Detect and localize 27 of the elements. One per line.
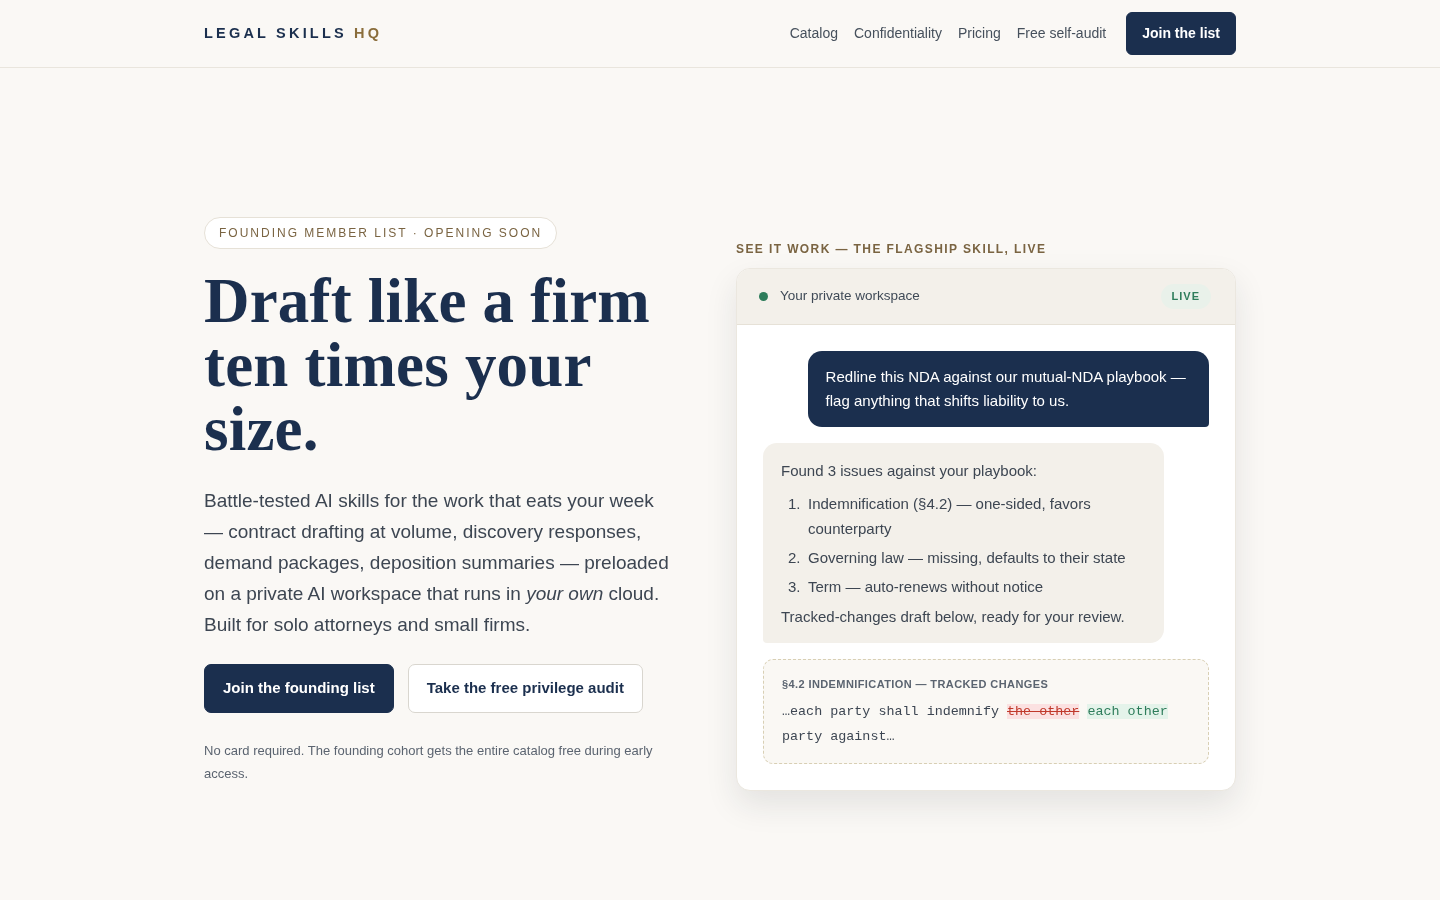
issue-text: Indemnification (§4.2) — one-sided, favors counterparty	[808, 494, 1092, 539]
nav-link[interactable]: Pricing	[957, 23, 1001, 44]
user-message-bubble: Redline this NDA against our mutual-NDA playbook — flag anything that shifts liability to us.	[807, 351, 1209, 427]
workspace-title: Your private workspace	[780, 287, 920, 306]
assistant-intro-text: Found 3 issues against your playbook:	[781, 461, 1038, 481]
join-founding-list-button[interactable]: Join the founding list	[204, 664, 394, 713]
assistant-outro-text: Tracked-changes draft below, ready for your review.	[781, 607, 1126, 627]
nav-link[interactable]: Free self-audit	[1016, 23, 1107, 44]
join-list-button[interactable]: Join the list	[1126, 12, 1236, 55]
issue-text: Term — auto-renews without notice	[808, 577, 1044, 597]
privilege-audit-button[interactable]: Take the free privilege audit	[407, 664, 643, 713]
redline-clause-text: …each party shall indemnify the other each other party against…	[782, 702, 1169, 746]
announcement-pill: FOUNDING MEMBER LIST · OPENING SOON	[204, 217, 558, 249]
list-number: 2.	[788, 548, 801, 568]
nav-link[interactable]: Catalog	[789, 23, 838, 44]
list-number: 1.	[788, 494, 801, 514]
section-label: SEE IT WORK — THE FLAGSHIP SKILL, LIVE	[736, 241, 1048, 258]
hero-headline: Draft like a firm ten times your size.	[204, 269, 651, 461]
list-number: 3.	[788, 577, 801, 597]
issue-text: Governing law — missing, defaults to their state	[808, 548, 1126, 568]
brand-wordmark[interactable]: LEGAL SKILLS HQ	[204, 22, 383, 45]
nav-link[interactable]: Confidentiality	[854, 23, 942, 44]
live-badge: LIVE	[1160, 284, 1211, 309]
fine-print-note: No card required. The founding cohort gets the entire catalog free during early access.	[204, 741, 654, 783]
status-dot-icon	[759, 292, 768, 301]
tracked-changes-title: §4.2 INDEMNIFICATION — TRACKED CHANGES	[782, 677, 1050, 692]
hero-description: Battle-tested AI skills for the work that eats your week — contract drafting at volume, discovery responses, demand packages, deposition summaries — preloaded on a private AI workspace that runs in your own cloud. Built for solo attorneys and small firms.	[204, 489, 670, 637]
